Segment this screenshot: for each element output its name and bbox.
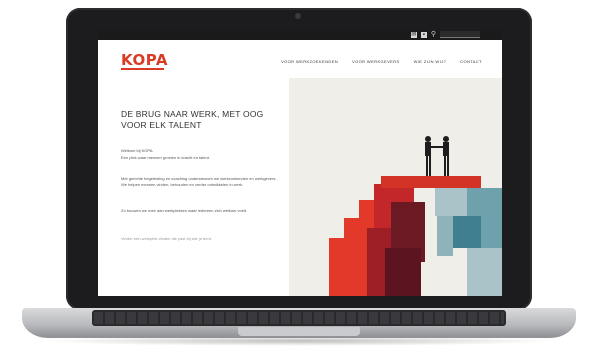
social-icon[interactable]: ▪	[420, 31, 427, 38]
keyboard	[92, 310, 506, 326]
nav-item-werkgevers[interactable]: VOOR WERKGEVERS	[352, 59, 400, 64]
nav-item-contact[interactable]: CONTACT	[460, 59, 482, 64]
nav-item-wie-zijn-wij[interactable]: WIE ZIJN WIJ?	[414, 59, 447, 64]
bridge-illustration	[329, 136, 502, 296]
page-headline: DE BRUG NAAR WERK, MET OOG VOOR ELK TALE…	[121, 109, 264, 130]
bridge-block	[451, 216, 481, 248]
search-input[interactable]	[440, 31, 480, 38]
utility-links: ✉ ▪ ⚲	[410, 31, 480, 38]
kopa-logo[interactable]: KOPA	[121, 51, 168, 69]
mail-icon[interactable]: ✉	[410, 31, 417, 38]
intro-line-2: Een plek waar mensen groeien in kracht e…	[121, 155, 210, 160]
site-header: KOPA VOOR WERKZOEKENDEN VOOR WERKGEVERS …	[98, 40, 502, 79]
bridge-deck	[381, 176, 481, 188]
intro-paragraph-2: Met gerichte begeleiding en coaching ond…	[121, 176, 277, 187]
nav-item-werkzoekenden[interactable]: VOOR WERKZOEKENDEN	[281, 59, 338, 64]
logo-underline	[121, 68, 164, 70]
trackpad	[238, 327, 360, 336]
hero-illustration	[289, 78, 502, 296]
bridge-block	[385, 248, 421, 296]
utility-bar: ✉ ▪ ⚲	[98, 30, 502, 40]
webcam	[295, 13, 301, 19]
main-navigation: VOOR WERKZOEKENDEN VOOR WERKGEVERS WIE Z…	[281, 59, 482, 64]
keyboard-keys	[94, 312, 504, 324]
laptop-screen: ✉ ▪ ⚲ KOPA VOOR WERKZOEKENDEN VOOR WERKG…	[98, 30, 502, 296]
intro-paragraph-3: Zo bouwen we mee aan werkplekken waar ie…	[121, 208, 248, 213]
handshake-figures	[425, 136, 449, 176]
search-icon[interactable]: ⚲	[431, 31, 436, 38]
intro-line-1: Welkom bij KOPA.	[121, 148, 154, 153]
intro-section: DE BRUG NAAR WERK, MET OOG VOOR ELK TALE…	[98, 78, 289, 296]
bridge-block	[467, 248, 502, 296]
footer-note-link[interactable]: Verder een werkplek vinden die past bij …	[121, 236, 281, 242]
bridge-block	[437, 216, 453, 256]
